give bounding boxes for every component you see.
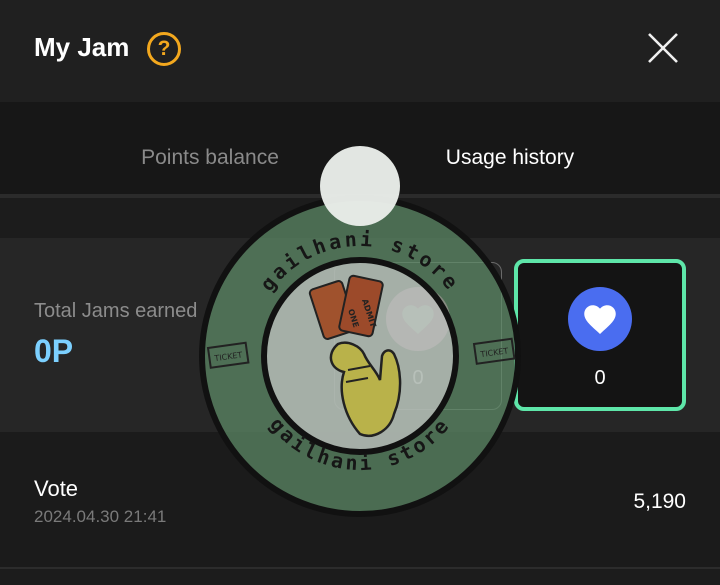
history-date: 2024.04.30 21:41 <box>34 507 167 526</box>
blue-heart-count: 0 <box>594 367 606 389</box>
heart-icon <box>568 287 632 351</box>
total-jams-label: Total Jams earned <box>34 300 198 322</box>
total-jams-value: 0P <box>34 333 74 369</box>
watermark-logo: gailhani store gailhani store TICKET TIC… <box>199 195 521 517</box>
header: My Jam ? <box>0 0 720 102</box>
blue-heart-card[interactable]: 0 <box>514 259 686 411</box>
history-amount: 5,190 <box>633 490 686 513</box>
page-title: My Jam <box>34 32 130 62</box>
divider <box>0 567 720 569</box>
tab-points-balance[interactable]: Points balance <box>100 146 320 170</box>
question-circle-icon[interactable]: ? <box>147 32 181 66</box>
floating-touch-indicator <box>320 146 400 226</box>
history-title: Vote <box>34 476 79 501</box>
tab-usage-history[interactable]: Usage history <box>400 146 620 170</box>
close-icon[interactable] <box>645 30 681 66</box>
